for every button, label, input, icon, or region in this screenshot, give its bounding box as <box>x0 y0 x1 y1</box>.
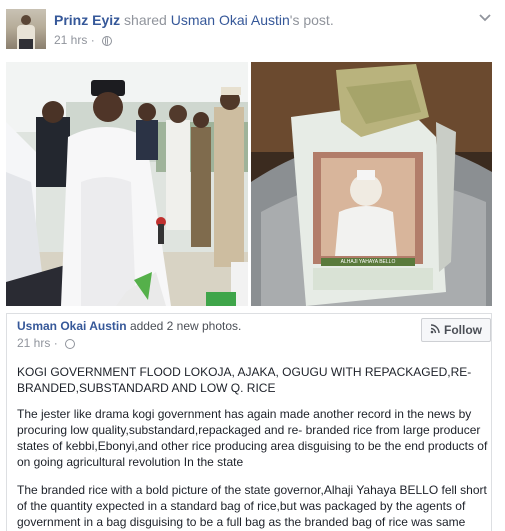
shared-post-meta: 21 hrs · <box>17 336 76 350</box>
follow-label: Follow <box>444 323 482 337</box>
shared-verb: shared <box>124 12 167 28</box>
dot-separator: · <box>90 33 95 47</box>
avatar-figure-head <box>21 15 31 25</box>
shared-post-card: Usman Okai Austin added 2 new photos. 21… <box>6 313 492 531</box>
avatar-figure-legs <box>19 39 33 49</box>
shared-author-link[interactable]: Usman Okai Austin <box>17 319 127 333</box>
shared-action-text: added 2 new photos. <box>129 319 242 333</box>
post-header: Prinz Eyiz shared Usman Okai Austin's po… <box>0 0 505 58</box>
dot-separator: · <box>53 336 58 350</box>
post-meta: 21 hrs · <box>54 33 113 47</box>
post-paragraph-2: The branded rice with a bold picture of … <box>17 483 487 529</box>
shared-timestamp[interactable]: 21 hrs <box>17 336 50 350</box>
post-word: 's post. <box>289 12 334 28</box>
sharer-avatar[interactable] <box>6 9 46 49</box>
globe-icon <box>102 36 113 46</box>
bag-print-text: ALHAJI YAHAYA BELLO <box>341 259 396 265</box>
post-timestamp[interactable]: 21 hrs <box>54 33 87 47</box>
photo-governor-ceremony[interactable] <box>6 62 248 306</box>
shared-author-line: Usman Okai Austin added 2 new photos. <box>17 319 241 333</box>
post-paragraph-1: The jester like drama kogi government ha… <box>17 407 488 469</box>
sharer-name-link[interactable]: Prinz Eyiz <box>54 12 120 28</box>
original-author-link[interactable]: Usman Okai Austin <box>171 12 290 28</box>
globe-icon <box>65 339 76 349</box>
post-title-line: Prinz Eyiz shared Usman Okai Austin's po… <box>54 12 334 28</box>
chevron-down-icon[interactable] <box>478 10 492 24</box>
follow-button[interactable]: Follow <box>421 318 491 342</box>
rss-icon <box>430 323 440 337</box>
photo-rice-bag[interactable]: ALHAJI YAHAYA BELLO <box>251 62 492 306</box>
post-headline: KOGI GOVERNMENT FLOOD LOKOJA, AJAKA, OGU… <box>17 365 472 395</box>
